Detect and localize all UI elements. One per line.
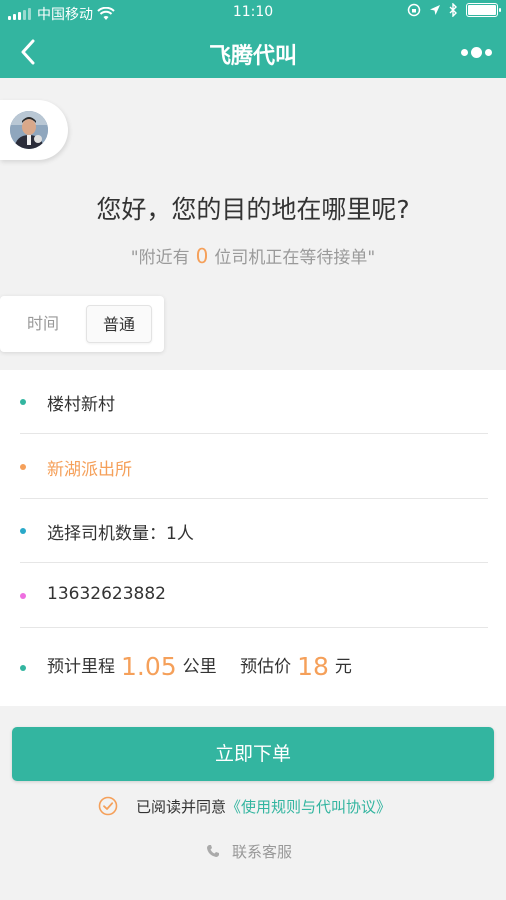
nearby-prefix: "附近有 [130, 248, 190, 268]
origin-dot-icon [20, 399, 26, 405]
order-info-list: 楼村新村 新湖派出所 选择司机数量：1人 13632623882 预计里程 1.0… [0, 370, 506, 706]
driver-count-row[interactable]: 选择司机数量：1人 [0, 499, 506, 563]
top-bar: 中国移动 11:10 飞腾代叫 [0, 0, 506, 78]
phone-row[interactable]: 13632623882 [0, 564, 506, 628]
divider [20, 627, 488, 628]
contact-service-label: 联系客服 [232, 842, 293, 861]
estimate-row: 预计里程 1.05 公里 预估价 18 元 [0, 636, 506, 700]
back-button[interactable] [8, 32, 48, 72]
phone-icon [207, 845, 219, 857]
estimate-text: 预计里程 1.05 公里 预估价 18 元 [47, 652, 352, 681]
avatar-image [10, 111, 48, 149]
nearby-driver-count: 0 [195, 244, 209, 268]
more-dots-icon-center [470, 46, 482, 58]
contact-service-button[interactable]: 联系客服 [206, 840, 292, 862]
distance-unit: 公里 [182, 657, 217, 677]
phone-dot-icon [20, 593, 26, 599]
divider [20, 433, 488, 434]
bluetooth-icon [449, 3, 457, 17]
order-type-tabs: 时间 普通 [0, 296, 164, 352]
location-icon [430, 5, 440, 15]
more-dots-icon [460, 48, 468, 56]
divider [20, 562, 488, 563]
place-order-button[interactable]: 立即下单 [12, 727, 494, 781]
more-dots-icon-right [484, 48, 492, 56]
agreement-row: 已阅读并同意 《使用规则与代叫协议》 [98, 794, 391, 818]
tab-normal[interactable]: 普通 [86, 305, 152, 343]
destination-row[interactable]: 新湖派出所 [0, 435, 506, 499]
destination-dot-icon [20, 464, 26, 470]
check-circle-icon[interactable] [98, 796, 118, 816]
phone-number: 13632623882 [47, 584, 166, 604]
estimate-dot-icon [20, 665, 26, 671]
driver-count-dot-icon [20, 528, 26, 534]
battery-icon [466, 3, 501, 17]
distance-value: 1.05 [121, 652, 177, 681]
tab-time[interactable]: 时间 [10, 305, 76, 343]
page-title: 飞腾代叫 [208, 44, 297, 69]
agreement-text: 已阅读并同意 [136, 797, 227, 816]
nearby-drivers-text: "附近有 0 位司机正在等待接单" [0, 243, 506, 268]
origin-row[interactable]: 楼村新村 [0, 370, 506, 434]
price-unit: 元 [334, 657, 352, 677]
avatar-card[interactable] [0, 100, 68, 160]
destination-address: 新湖派出所 [47, 460, 132, 480]
more-button[interactable] [456, 38, 496, 66]
status-right [407, 3, 501, 17]
avatar [10, 111, 48, 149]
origin-address: 楼村新村 [47, 395, 115, 415]
chevron-left-icon [21, 39, 35, 65]
nearby-suffix: 位司机正在等待接单" [214, 248, 376, 268]
distance-label: 预计里程 [47, 657, 115, 677]
price-value: 18 [297, 652, 329, 681]
agreement-link[interactable]: 《使用规则与代叫协议》 [226, 796, 391, 817]
status-bar: 中国移动 11:10 [0, 0, 506, 26]
orientation-lock-icon [407, 3, 421, 17]
greeting-heading: 您好，您的目的地在哪里呢? [96, 195, 410, 224]
nav-bar: 飞腾代叫 [0, 26, 506, 78]
driver-count-text: 选择司机数量：1人 [47, 524, 194, 544]
price-label: 预估价 [240, 657, 292, 677]
